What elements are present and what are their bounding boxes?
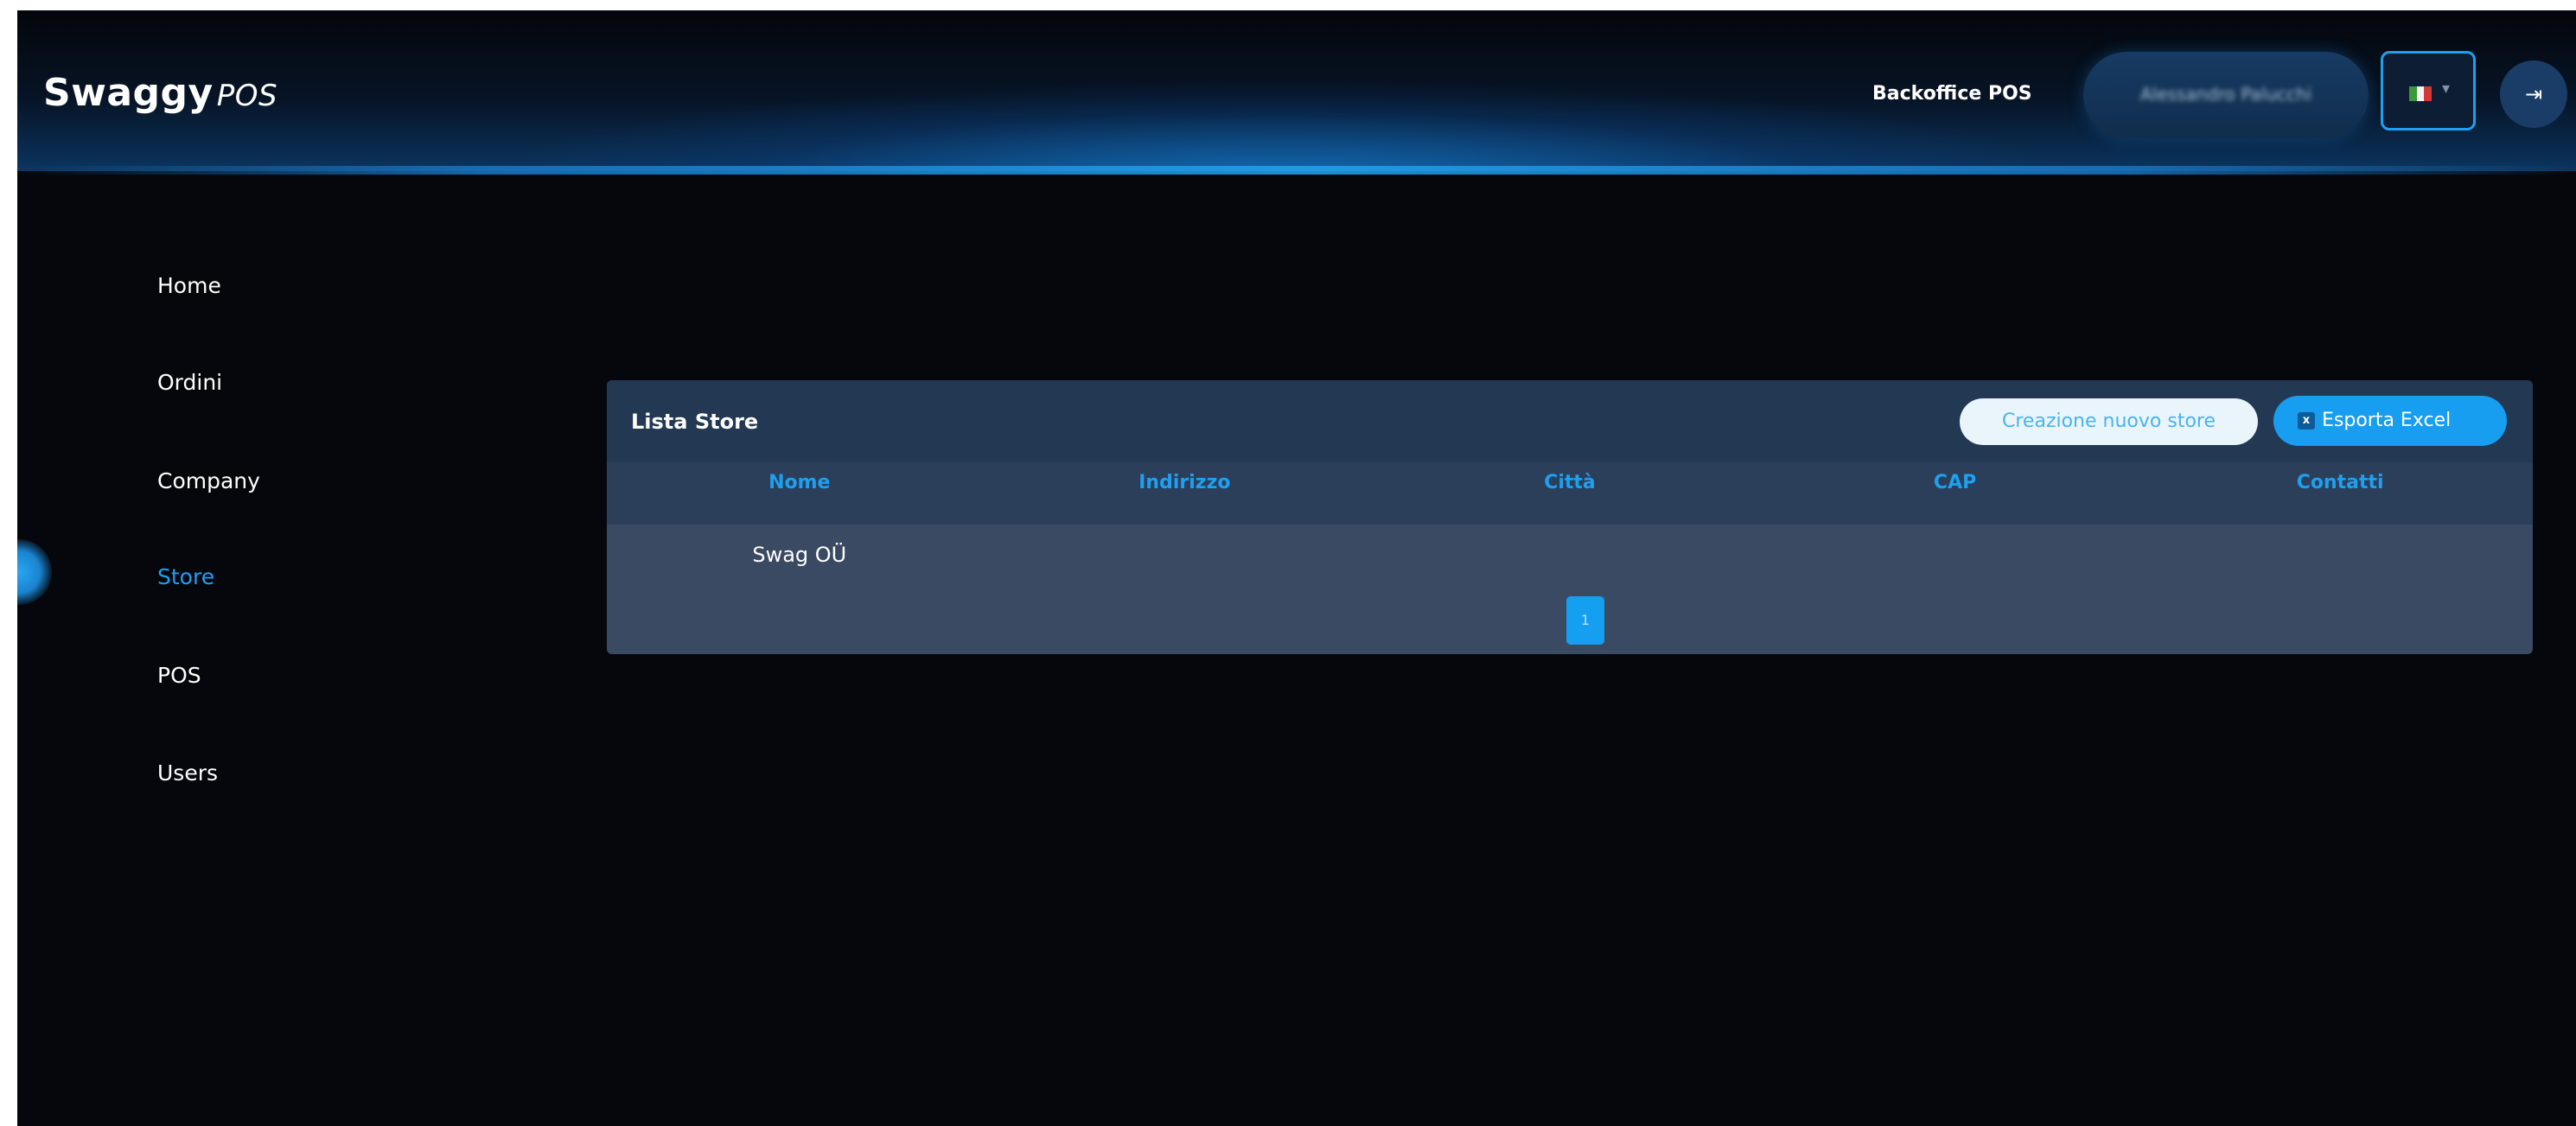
app-screen: Swaggy POS Backoffice POS Alessandro Palu… (17, 10, 2576, 1126)
store-list-panel: Lista Store Creazione nuovo store x Espo… (607, 380, 2533, 654)
header-glow-divider (17, 166, 2576, 175)
pagination-page-1[interactable]: 1 (1566, 596, 1604, 645)
logo: Swaggy POS (43, 71, 277, 115)
table-row[interactable]: Swag OÜ (607, 525, 2533, 585)
sidebar-item-pos[interactable]: POS (157, 663, 201, 688)
table-header: Nome Indirizzo Città CAP Contatti (607, 462, 2533, 525)
cell-citta (1377, 525, 1763, 585)
sidebar-item-company[interactable]: Company (157, 468, 260, 493)
export-excel-button[interactable]: x Esporta Excel (2273, 396, 2507, 446)
column-header-indirizzo[interactable]: Indirizzo (992, 462, 1378, 525)
logo-main: Swaggy (43, 71, 214, 115)
column-header-nome[interactable]: Nome (607, 462, 992, 525)
cell-indirizzo (992, 525, 1378, 585)
column-header-cap[interactable]: CAP (1763, 462, 2148, 525)
chevron-down-icon: ▾ (2442, 80, 2451, 98)
language-select[interactable]: ▾ (2381, 51, 2476, 130)
cell-cap (1763, 525, 2148, 585)
sidebar-item-ordini[interactable]: Ordini (157, 370, 222, 395)
column-header-contatti[interactable]: Contatti (2147, 462, 2533, 525)
panel-header: Lista Store Creazione nuovo store x Espo… (607, 380, 2533, 462)
excel-icon: x (2298, 412, 2315, 429)
active-nav-indicator (17, 539, 52, 605)
sidebar-item-store[interactable]: Store (157, 564, 214, 589)
sidebar-item-users[interactable]: Users (157, 760, 218, 786)
cell-contatti (2147, 525, 2533, 585)
app-title: Backoffice POS (1872, 83, 2032, 105)
user-menu-button[interactable]: Alessandro Palucchi (2083, 52, 2369, 138)
top-bar: Swaggy POS Backoffice POS Alessandro Palu… (17, 10, 2576, 171)
user-name: Alessandro Palucchi (2139, 84, 2312, 105)
italy-flag-icon (2409, 86, 2433, 101)
create-store-button[interactable]: Creazione nuovo store (1960, 398, 2258, 445)
panel-title: Lista Store (631, 410, 759, 434)
logo-suffix: POS (216, 79, 278, 113)
sidebar-item-home[interactable]: Home (157, 273, 221, 298)
cell-nome: Swag OÜ (752, 543, 847, 567)
logout-icon: ⇥ (2524, 82, 2543, 106)
export-excel-label: Esporta Excel (2322, 410, 2452, 431)
column-header-citta[interactable]: Città (1377, 462, 1763, 525)
logout-button[interactable]: ⇥ (2500, 60, 2567, 128)
